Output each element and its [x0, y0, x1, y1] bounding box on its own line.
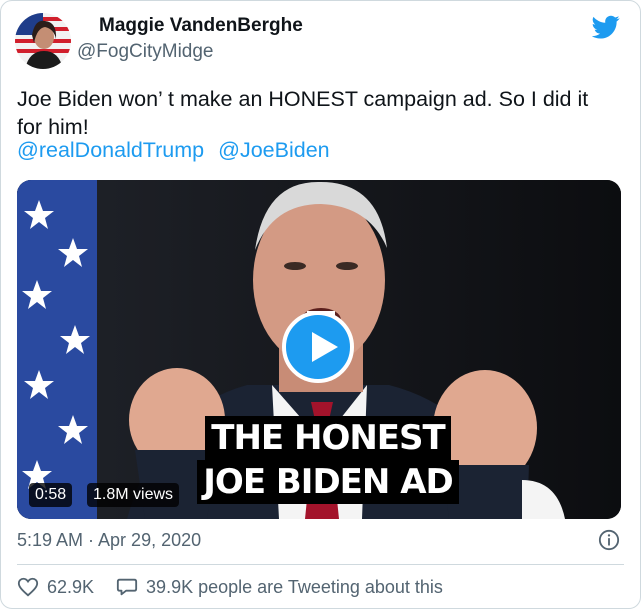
mention-link[interactable]: @JoeBiden — [218, 138, 329, 162]
play-icon[interactable] — [282, 311, 354, 383]
divider — [17, 564, 624, 565]
video-duration: 0:58 — [29, 483, 73, 507]
avatar[interactable] — [15, 13, 71, 69]
action-bar: 62.9K 39.9K people are Tweeting about th… — [17, 576, 465, 598]
like-button[interactable]: 62.9K — [17, 576, 94, 598]
mention-link[interactable]: @realDonaldTrump — [17, 138, 204, 162]
tweet-card[interactable]: Maggie VandenBerghe @FogCityMidge Joe Bi… — [0, 0, 641, 609]
speech-bubble-icon — [116, 578, 138, 596]
overlay-line-1: THE HONEST — [205, 416, 451, 460]
display-name[interactable]: Maggie VandenBerghe — [99, 15, 303, 37]
heart-icon — [17, 577, 39, 597]
tweeting-link[interactable]: 39.9K people are Tweeting about this — [116, 576, 443, 598]
tweeting-text: 39.9K people are Tweeting about this — [146, 576, 443, 597]
info-icon[interactable] — [598, 529, 620, 551]
overlay-line-2: JOE BIDEN AD — [197, 460, 459, 504]
video-overlay-title: THE HONEST JOE BIDEN AD — [193, 416, 463, 504]
tweet-timestamp[interactable]: 5:19 AM · Apr 29, 2020 — [17, 530, 201, 551]
twitter-bird-icon[interactable] — [592, 13, 620, 41]
handle[interactable]: @FogCityMidge — [77, 41, 214, 63]
video-views: 1.8M views — [87, 483, 180, 507]
video-player[interactable]: THE HONEST JOE BIDEN AD 0:58 1.8M views — [17, 180, 621, 519]
tweet-text: Joe Biden won’ t make an HONEST campaign… — [17, 87, 589, 139]
like-count: 62.9K — [47, 576, 95, 597]
mentions: @realDonaldTrump @JoeBiden — [17, 138, 338, 163]
